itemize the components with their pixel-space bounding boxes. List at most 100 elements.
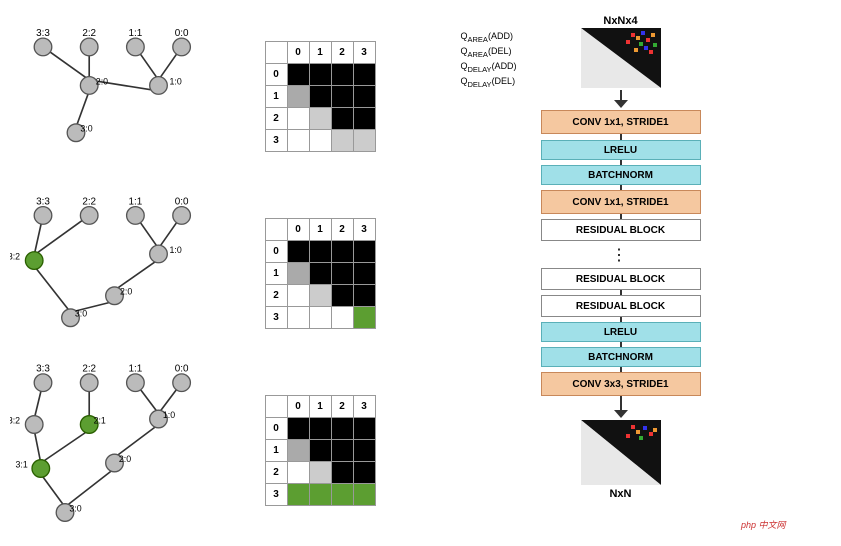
matrix1-row1-header: 1: [265, 85, 287, 107]
matrix2-r3c0: [287, 306, 309, 328]
matrix1-header-0: 0: [287, 41, 309, 63]
matrix3-r2c3: [353, 461, 375, 483]
label-20-3: 2:0: [119, 454, 131, 464]
label-30-2: 3:0: [75, 308, 87, 318]
watermark: php 中文网: [741, 518, 786, 531]
label-11-2: 1:1: [129, 196, 143, 207]
label-10-2: 1:0: [170, 244, 182, 254]
matrix3-r0c3: [353, 417, 375, 439]
matrix2-r1c3: [353, 262, 375, 284]
matrix1-r1c3: [353, 85, 375, 107]
label-21-3: 2:1: [94, 415, 106, 425]
lrelu-top: LRELU: [541, 140, 701, 160]
tree-section-3: 3:3 2:2 1:1 0:0: [10, 357, 230, 536]
matrix2-r3c3: [353, 306, 375, 328]
matrix2-row0-header: 0: [265, 240, 287, 262]
matrix1-row2-header: 2: [265, 107, 287, 129]
node-33-2: [34, 206, 52, 224]
matrix3-r2c1: [309, 461, 331, 483]
matrix3-header-0: 0: [287, 395, 309, 417]
matrix3-r2c0: [287, 461, 309, 483]
legend-q-area-del: QAREA(DEL): [461, 45, 517, 60]
matrix2-r1c2: [331, 262, 353, 284]
label-10-3: 1:0: [163, 410, 175, 420]
lrelu-bottom: LRELU: [541, 322, 701, 342]
batchnorm-bottom: BATCHNORM: [541, 347, 701, 367]
matrix2-r2c1: [309, 284, 331, 306]
matrix3-r3c3: [353, 483, 375, 505]
legend-q-delay-del: QDELAY(DEL): [461, 75, 517, 90]
matrix1-row3-header: 3: [265, 129, 287, 151]
matrix-3: 0 1 2 3 0 1: [265, 395, 376, 506]
left-panel: 3:3 2:2 1:1 0:0 1:0: [10, 10, 230, 536]
label-20-2: 2:0: [120, 286, 132, 296]
node-22-2: [80, 206, 98, 224]
matrix1-r3c3: [353, 129, 375, 151]
matrix3-r1c2: [331, 439, 353, 461]
label-22-2: 2:2: [82, 196, 96, 207]
matrix3-header-1: 1: [309, 395, 331, 417]
right-panel: NxNx4: [410, 10, 831, 536]
label-22-1: 2:2: [82, 28, 96, 39]
matrix3-row2-header: 2: [265, 461, 287, 483]
bottom-dimension-label: NxN: [609, 488, 631, 500]
label-00-3: 0:0: [175, 364, 189, 375]
matrix2-r1c0: [287, 262, 309, 284]
node-00-3: [173, 374, 191, 392]
matrix3-r3c1: [309, 483, 331, 505]
matrix3-r3c0: [287, 483, 309, 505]
conv-3x3-bottom: CONV 3x3, STRIDE1: [541, 372, 701, 396]
label-33-3: 3:3: [36, 364, 50, 375]
matrix1-r1c2: [331, 85, 353, 107]
matrix1-r2c2: [331, 107, 353, 129]
node-31-3: [32, 460, 50, 478]
matrix1-r1c1: [309, 85, 331, 107]
matrix1-row0-header: 0: [265, 63, 287, 85]
residual-block-2: RESIDUAL BLOCK: [541, 268, 701, 290]
label-20-1: 2:0: [96, 76, 108, 86]
matrix1-r0c1: [309, 63, 331, 85]
matrix3-row0-header: 0: [265, 417, 287, 439]
legend-q-delay-add: QDELAY(ADD): [461, 60, 517, 75]
node-00-1: [173, 38, 191, 56]
matrix3-row3-header: 3: [265, 483, 287, 505]
matrix3-r1c1: [309, 439, 331, 461]
matrix1-r3c0: [287, 129, 309, 151]
label-32-2: 3:2: [10, 251, 20, 261]
legend: QAREA(ADD) QAREA(DEL) QDELAY(ADD) QDELAY…: [461, 30, 517, 90]
matrix2-header-2: 2: [331, 218, 353, 240]
matrix2-r0c1: [309, 240, 331, 262]
matrix1-r2c0: [287, 107, 309, 129]
matrix2-header-1: 1: [309, 218, 331, 240]
matrix2-row1-header: 1: [265, 262, 287, 284]
conv-1x1-mid: CONV 1x1, STRIDE1: [541, 190, 701, 214]
matrix2-r0c2: [331, 240, 353, 262]
node-11-3: [127, 374, 145, 392]
arrowhead-top: [614, 100, 628, 108]
tree-svg-2: 3:3 2:2 1:1 0:0: [10, 184, 230, 353]
top-matrix-viz: [581, 28, 661, 91]
matrix-1: 0 1 2 3 0 1: [265, 41, 376, 152]
matrix1-r0c0: [287, 63, 309, 85]
label-00-2: 0:0: [175, 196, 189, 207]
matrix1-r0c2: [331, 63, 353, 85]
label-22-3: 2:2: [82, 364, 96, 375]
matrix2-row2-header: 2: [265, 284, 287, 306]
label-11-3: 1:1: [129, 364, 143, 375]
matrix3-header-empty: [265, 395, 287, 417]
residual-block-3: RESIDUAL BLOCK: [541, 295, 701, 317]
matrix1-r2c1: [309, 107, 331, 129]
dots-indicator: ⋮: [611, 245, 630, 265]
conv-1x1-top: CONV 1x1, STRIDE1: [541, 110, 701, 134]
matrix2-r2c0: [287, 284, 309, 306]
matrix2-row3-header: 3: [265, 306, 287, 328]
node-33-1: [34, 38, 52, 56]
nn-diagram: NxNx4: [451, 10, 791, 536]
node-10-2: [150, 245, 168, 263]
bottom-matrix-svg: [581, 420, 661, 485]
matrix1-r3c2: [331, 129, 353, 151]
matrix-2: 0 1 2 3 0 1: [265, 218, 376, 329]
top-dimension-label: NxNx4: [603, 15, 637, 27]
matrix2-r2c2: [331, 284, 353, 306]
label-33-1: 3:3: [36, 28, 50, 39]
